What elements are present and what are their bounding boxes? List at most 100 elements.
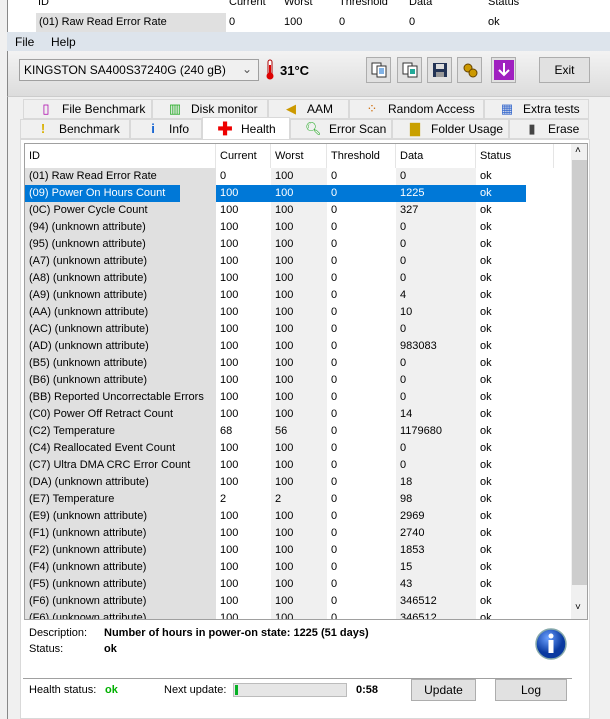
table-row[interactable]: (F1) (unknown attribute) 100 100 0 2740 ok bbox=[25, 525, 572, 542]
cell-threshold: 0 bbox=[331, 561, 338, 573]
cell-id: (DA) (unknown attribute) bbox=[29, 476, 149, 488]
cell-id: (B5) (unknown attribute) bbox=[29, 357, 147, 369]
cell-data: 14 bbox=[400, 408, 413, 420]
smart-table[interactable]: ID Current Worst Threshold Data Status (01) R… bbox=[24, 143, 588, 620]
tab-folder-usage[interactable]: ▇ Folder Usage bbox=[392, 119, 509, 139]
cell-status: ok bbox=[480, 238, 492, 250]
cell-threshold: 0 bbox=[331, 493, 338, 505]
cell-data: 0 bbox=[400, 170, 407, 182]
table-row[interactable]: (0C) Power Cycle Count 100 100 0 327 ok bbox=[25, 202, 572, 219]
table-row[interactable]: (B6) (unknown attribute) 100 100 0 0 ok bbox=[25, 372, 572, 389]
cell-status: ok bbox=[480, 459, 492, 471]
table-row[interactable]: (A9) (unknown attribute) 100 100 0 4 ok bbox=[25, 287, 572, 304]
cell-worst: 100 bbox=[275, 595, 294, 607]
table-row[interactable]: (C2) Temperature 68 56 0 1179680 ok bbox=[25, 423, 572, 440]
table-row[interactable]: (F6) (unknown attribute) 100 100 0 346512 ok bbox=[25, 593, 572, 610]
scroll-up-icon[interactable]: ˄ bbox=[575, 145, 581, 156]
column-header-threshold[interactable]: Threshold bbox=[327, 144, 396, 168]
tab-disk-monitor[interactable]: ▥ Disk monitor bbox=[152, 99, 268, 119]
cell-current: 100 bbox=[220, 340, 239, 352]
cell-threshold: 0 bbox=[331, 221, 338, 233]
cell-threshold: 0 bbox=[331, 204, 338, 216]
table-row[interactable]: (F5) (unknown attribute) 100 100 0 43 ok bbox=[25, 576, 572, 593]
cell-current: 100 bbox=[220, 187, 239, 199]
tab-error-scan[interactable]: 🔍︎ Error Scan bbox=[290, 119, 392, 139]
table-row[interactable]: (F4) (unknown attribute) 100 100 0 15 ok bbox=[25, 559, 572, 576]
table-row[interactable]: (A7) (unknown attribute) 100 100 0 0 ok bbox=[25, 253, 572, 270]
cell-threshold: 0 bbox=[331, 544, 338, 556]
table-row[interactable]: (E7) Temperature 2 2 0 98 ok bbox=[25, 491, 572, 508]
cell-threshold: 0 bbox=[331, 595, 338, 607]
cell-status: ok bbox=[480, 272, 492, 284]
table-row[interactable]: (94) (unknown attribute) 100 100 0 0 ok bbox=[25, 219, 572, 236]
cell-current: 100 bbox=[220, 476, 239, 488]
cell-data: 0 bbox=[400, 221, 407, 233]
table-row[interactable]: (A8) (unknown attribute) 100 100 0 0 ok bbox=[25, 270, 572, 287]
table-row[interactable]: (E9) (unknown attribute) 100 100 0 2969 ok bbox=[25, 508, 572, 525]
save-button[interactable] bbox=[427, 57, 452, 83]
cell-data: 15 bbox=[400, 561, 413, 573]
bg-header-data: Data bbox=[409, 0, 433, 8]
scroll-down-icon[interactable]: ˅ bbox=[575, 602, 581, 613]
menu-help[interactable]: Help bbox=[51, 35, 76, 49]
column-header-status[interactable]: Status bbox=[476, 144, 554, 168]
table-row[interactable]: (09) Power On Hours Count 100 100 0 1225 ok bbox=[25, 185, 572, 202]
cell-current: 100 bbox=[220, 561, 239, 573]
cell-data: 0 bbox=[400, 272, 407, 284]
update-button[interactable]: Update bbox=[411, 679, 476, 701]
cell-data: 1179680 bbox=[400, 425, 443, 437]
cell-threshold: 0 bbox=[331, 510, 338, 522]
tab-aam[interactable]: ◀ AAM bbox=[268, 99, 349, 119]
table-row[interactable]: (01) Raw Read Error Rate 0 100 0 0 ok bbox=[25, 168, 572, 185]
menu-file[interactable]: File bbox=[15, 35, 34, 49]
table-row[interactable]: (F6) (unknown attribute) 100 100 0 346512 ok bbox=[25, 610, 572, 619]
cell-status: ok bbox=[480, 289, 492, 301]
tab-info[interactable]: i Info bbox=[130, 119, 202, 139]
exit-button[interactable]: Exit bbox=[539, 57, 590, 83]
cell-current: 100 bbox=[220, 510, 239, 522]
cell-threshold: 0 bbox=[331, 340, 338, 352]
table-row[interactable]: (AD) (unknown attribute) 100 100 0 983083 ok bbox=[25, 338, 572, 355]
table-row[interactable]: (B5) (unknown attribute) 100 100 0 0 ok bbox=[25, 355, 572, 372]
table-row[interactable]: (BB) Reported Uncorrectable Errors 100 100… bbox=[25, 389, 572, 406]
table-row[interactable]: (C0) Power Off Retract Count 100 100 0 14 ok bbox=[25, 406, 572, 423]
column-header-id[interactable]: ID bbox=[25, 144, 216, 168]
scrollbar-thumb[interactable] bbox=[572, 160, 587, 585]
cell-status: ok bbox=[480, 408, 492, 420]
column-header-current[interactable]: Current bbox=[216, 144, 271, 168]
column-header-data[interactable]: Data bbox=[396, 144, 476, 168]
tab-benchmark[interactable]: ! Benchmark bbox=[20, 119, 130, 139]
table-row[interactable]: (AA) (unknown attribute) 100 100 0 10 ok bbox=[25, 304, 572, 321]
cell-threshold: 0 bbox=[331, 374, 338, 386]
cell-current: 100 bbox=[220, 238, 239, 250]
cell-id: (C0) Power Off Retract Count bbox=[29, 408, 174, 420]
column-header-worst[interactable]: Worst bbox=[271, 144, 327, 168]
cell-id: (C2) Temperature bbox=[29, 425, 115, 437]
tab-extra-tests[interactable]: ▦ Extra tests bbox=[484, 99, 589, 119]
tab-file-benchmark[interactable]: ▯ File Benchmark bbox=[23, 99, 152, 119]
options-button[interactable] bbox=[457, 57, 482, 83]
table-row[interactable]: (DA) (unknown attribute) 100 100 0 18 ok bbox=[25, 474, 572, 491]
table-row[interactable]: (F2) (unknown attribute) 100 100 0 1853 ok bbox=[25, 542, 572, 559]
options-icon bbox=[463, 63, 477, 78]
cell-status: ok bbox=[480, 425, 492, 437]
tab-random-access[interactable]: ⁘ Random Access bbox=[349, 99, 484, 119]
copy-text-button[interactable] bbox=[366, 57, 391, 83]
drive-select[interactable]: KINGSTON SA400S37240G (240 gB) ⌄ bbox=[19, 59, 259, 81]
log-button[interactable]: Log bbox=[495, 679, 567, 701]
cell-data: 10 bbox=[400, 306, 413, 318]
cell-data: 0 bbox=[400, 442, 407, 454]
table-row[interactable]: (C4) Reallocated Event Count 100 100 0 0 ok bbox=[25, 440, 572, 457]
copy-screenshot-button[interactable] bbox=[397, 57, 422, 83]
download-button[interactable] bbox=[491, 57, 516, 83]
info-icon: i bbox=[151, 121, 155, 136]
chevron-down-icon: ⌄ bbox=[241, 62, 252, 76]
tab-erase[interactable]: ▮ Erase bbox=[509, 119, 589, 139]
table-row[interactable]: (C7) Ultra DMA CRC Error Count 100 100 0 0 ok bbox=[25, 457, 572, 474]
table-row[interactable]: (95) (unknown attribute) 100 100 0 0 ok bbox=[25, 236, 572, 253]
cell-status: ok bbox=[480, 493, 492, 505]
cell-id: (BB) Reported Uncorrectable Errors bbox=[29, 391, 204, 403]
table-row[interactable]: (AC) (unknown attribute) 100 100 0 0 ok bbox=[25, 321, 572, 338]
cell-id: (AA) (unknown attribute) bbox=[29, 306, 149, 318]
tab-health[interactable]: ✚ Health bbox=[202, 117, 290, 139]
